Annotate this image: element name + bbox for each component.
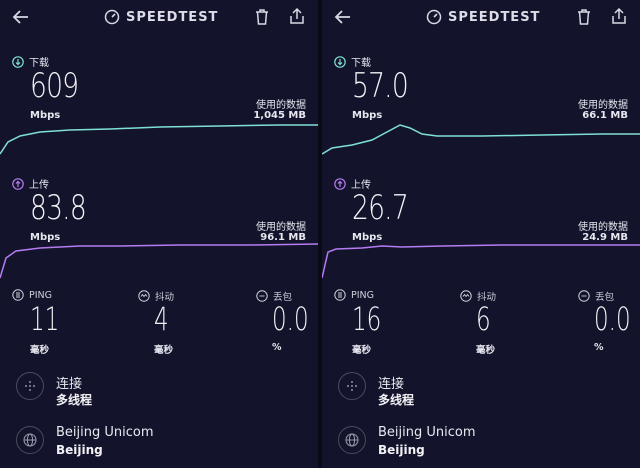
result-panel-left: SPEEDTEST 下载 609 Mbps 使用的数据 1,045 MB 上传 … xyxy=(0,0,318,468)
upload-graph xyxy=(322,244,640,279)
server-name: Beijing Unicom xyxy=(378,425,476,440)
connection-title: 连接 xyxy=(56,377,83,392)
connection-value: 多线程 xyxy=(56,393,93,407)
connection-value: 多线程 xyxy=(378,393,415,407)
loss-value: 0.0 xyxy=(272,300,309,338)
server-location: Beijing xyxy=(378,443,425,457)
connection-icon xyxy=(338,372,366,400)
speedtest-comparison: SPEEDTEST 下载 609 Mbps 使用的数据 1,045 MB 上传 … xyxy=(0,0,640,468)
download-icon xyxy=(12,55,24,68)
jitter-icon xyxy=(460,290,472,302)
brand-title: SPEEDTEST xyxy=(126,9,219,25)
ping-label-text: PING xyxy=(29,289,52,301)
upload-icon xyxy=(12,177,24,190)
upload-graph xyxy=(0,243,318,279)
ping-icon xyxy=(12,289,24,301)
connection-title: 连接 xyxy=(378,377,405,392)
result-panel-right: SPEEDTEST 下载 57.0 Mbps 使用的数据 66.1 MB 上传 … xyxy=(322,0,640,468)
connection-icon xyxy=(16,372,44,400)
upload-icon xyxy=(334,177,346,190)
top-bar: SPEEDTEST xyxy=(0,0,318,34)
back-arrow-icon[interactable] xyxy=(12,9,30,25)
packet-loss-icon xyxy=(256,290,268,302)
upload-used-label: 使用的数据 xyxy=(256,222,306,233)
ping-label-text: PING xyxy=(351,289,374,301)
delete-icon[interactable] xyxy=(254,8,270,26)
download-graph xyxy=(0,124,318,155)
ping-value: 16 xyxy=(352,300,382,338)
delete-icon[interactable] xyxy=(576,8,592,26)
brand: SPEEDTEST xyxy=(104,8,218,26)
upload-value: 83.8 xyxy=(30,188,87,228)
share-icon[interactable] xyxy=(611,7,627,25)
back-arrow-icon[interactable] xyxy=(334,9,352,25)
ping-value: 11 xyxy=(30,300,60,338)
server-location: Beijing xyxy=(56,443,103,457)
packet-loss-icon xyxy=(578,290,590,302)
brand-title: SPEEDTEST xyxy=(448,9,541,25)
download-used-label: 使用的数据 xyxy=(578,100,628,111)
share-icon[interactable] xyxy=(289,7,305,25)
speedtest-logo-icon xyxy=(426,9,442,25)
loss-value: 0.0 xyxy=(594,300,631,338)
loss-unit: % xyxy=(594,342,604,353)
jitter-unit: 毫秒 xyxy=(476,345,496,356)
jitter-value: 4 xyxy=(154,300,169,338)
jitter-unit: 毫秒 xyxy=(154,345,174,356)
brand: SPEEDTEST xyxy=(426,8,540,26)
download-icon xyxy=(334,55,346,68)
globe-icon xyxy=(338,426,366,454)
jitter-icon xyxy=(138,290,150,302)
download-value: 609 xyxy=(30,66,79,106)
upload-used-label: 使用的数据 xyxy=(578,222,628,233)
download-value: 57.0 xyxy=(352,66,409,106)
speedtest-logo-icon xyxy=(104,9,120,25)
loss-unit: % xyxy=(272,342,282,353)
download-graph xyxy=(322,124,640,155)
server-name: Beijing Unicom xyxy=(56,425,154,440)
jitter-value: 6 xyxy=(476,300,491,338)
globe-icon xyxy=(16,426,44,454)
download-used-label: 使用的数据 xyxy=(256,100,306,111)
ping-unit: 毫秒 xyxy=(352,345,372,356)
ping-unit: 毫秒 xyxy=(30,345,50,356)
top-bar: SPEEDTEST xyxy=(322,0,640,34)
ping-icon xyxy=(334,289,346,301)
upload-value: 26.7 xyxy=(352,188,409,228)
